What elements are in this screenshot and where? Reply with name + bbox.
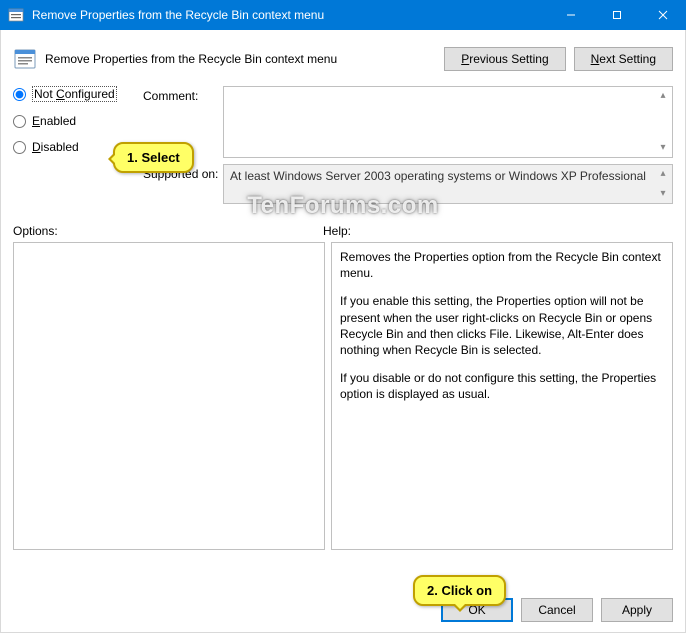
- help-text: If you enable this setting, the Properti…: [340, 293, 664, 358]
- minimize-button[interactable]: [548, 0, 594, 30]
- app-icon: [8, 7, 24, 23]
- policy-icon: [13, 47, 37, 71]
- radio-enabled-input[interactable]: [13, 115, 26, 128]
- policy-title: Remove Properties from the Recycle Bin c…: [45, 52, 436, 66]
- help-text: If you disable or do not configure this …: [340, 370, 664, 402]
- scroll-up-icon[interactable]: ▴: [656, 89, 670, 103]
- help-panel: Removes the Properties option from the R…: [331, 242, 673, 550]
- apply-button[interactable]: Apply: [601, 598, 673, 622]
- previous-setting-button[interactable]: Previous Setting: [444, 47, 565, 71]
- supported-on-box: At least Windows Server 2003 operating s…: [223, 164, 673, 204]
- annotation-callout-2: 2. Click on: [413, 575, 506, 606]
- options-panel: [13, 242, 325, 550]
- radio-not-configured[interactable]: Not Configured: [13, 86, 143, 102]
- cancel-button[interactable]: Cancel: [521, 598, 593, 622]
- radio-enabled[interactable]: Enabled: [13, 114, 143, 128]
- options-label: Options:: [13, 224, 323, 238]
- window-title: Remove Properties from the Recycle Bin c…: [32, 8, 548, 22]
- scroll-up-icon: ▴: [656, 167, 670, 181]
- radio-not-configured-input[interactable]: [13, 88, 26, 101]
- radio-disabled-input[interactable]: [13, 141, 26, 154]
- scroll-down-icon[interactable]: ▾: [656, 141, 670, 155]
- window-controls: [548, 0, 686, 30]
- help-text: Removes the Properties option from the R…: [340, 249, 664, 281]
- maximize-button[interactable]: [594, 0, 640, 30]
- help-label: Help:: [323, 224, 351, 238]
- scroll-down-icon: ▾: [656, 187, 670, 201]
- supported-on-text: At least Windows Server 2003 operating s…: [230, 169, 646, 183]
- comment-textarea[interactable]: ▴ ▾: [223, 86, 673, 158]
- title-bar: Remove Properties from the Recycle Bin c…: [0, 0, 686, 30]
- next-setting-button[interactable]: Next Setting: [574, 47, 673, 71]
- close-button[interactable]: [640, 0, 686, 30]
- annotation-callout-1: 1. Select: [113, 142, 194, 173]
